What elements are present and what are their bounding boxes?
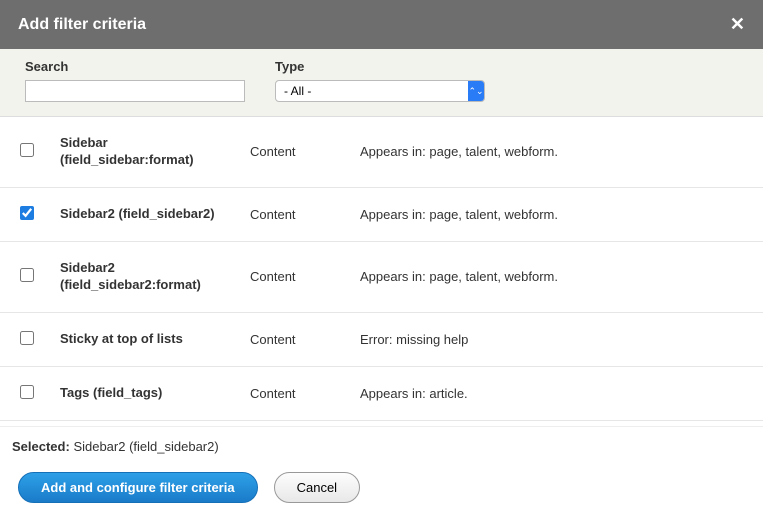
- row-category: Content: [250, 144, 360, 159]
- table-row: Sidebar2 (field_sidebar2) Content Appear…: [0, 188, 763, 242]
- filter-list[interactable]: Sidebar (field_sidebar:format) Content A…: [0, 117, 763, 427]
- type-select[interactable]: - All -: [275, 80, 485, 102]
- modal-header: Add filter criteria ✕: [0, 0, 763, 49]
- row-category: Content: [250, 332, 360, 347]
- selected-value: Sidebar2 (field_sidebar2): [73, 439, 218, 454]
- row-description: Appears in: page, talent, webform.: [360, 207, 743, 222]
- selected-label: Selected:: [12, 439, 70, 454]
- close-icon[interactable]: ✕: [730, 14, 745, 35]
- row-description: Appears in: page, talent, webform.: [360, 269, 743, 284]
- add-configure-button[interactable]: Add and configure filter criteria: [18, 472, 258, 503]
- table-row: Sidebar (field_sidebar:format) Content A…: [0, 117, 763, 188]
- modal-footer: Selected: Sidebar2 (field_sidebar2) Add …: [0, 427, 763, 503]
- cancel-button[interactable]: Cancel: [274, 472, 360, 503]
- type-label: Type: [275, 59, 485, 74]
- row-name: Sidebar (field_sidebar:format): [60, 135, 250, 169]
- search-group: Search: [25, 59, 245, 102]
- modal-title: Add filter criteria: [18, 16, 146, 34]
- row-category: Content: [250, 269, 360, 284]
- row-checkbox[interactable]: [20, 385, 34, 399]
- table-row: Sticky at top of lists Content Error: mi…: [0, 313, 763, 367]
- search-input[interactable]: [25, 80, 245, 102]
- row-name: Sidebar2 (field_sidebar2:format): [60, 260, 250, 294]
- row-description: Appears in: page, talent, webform.: [360, 144, 743, 159]
- row-name: Sticky at top of lists: [60, 331, 250, 348]
- table-row: Tags (field_tags) Content Appears in: ar…: [0, 367, 763, 421]
- search-label: Search: [25, 59, 245, 74]
- row-category: Content: [250, 207, 360, 222]
- row-checkbox[interactable]: [20, 143, 34, 157]
- row-description: Error: missing help: [360, 332, 743, 347]
- table-row: Tags (field_tags:delta) Content Delta - …: [0, 421, 763, 427]
- row-checkbox[interactable]: [20, 206, 34, 220]
- type-group: Type - All - ⌃⌄: [275, 59, 485, 102]
- row-description: Appears in: article.: [360, 386, 743, 401]
- row-checkbox[interactable]: [20, 268, 34, 282]
- row-name: Sidebar2 (field_sidebar2): [60, 206, 250, 223]
- filter-bar: Search Type - All - ⌃⌄: [0, 49, 763, 117]
- table-row: Sidebar2 (field_sidebar2:format) Content…: [0, 242, 763, 313]
- row-checkbox[interactable]: [20, 331, 34, 345]
- row-category: Content: [250, 386, 360, 401]
- selected-summary: Selected: Sidebar2 (field_sidebar2): [10, 437, 753, 472]
- row-name: Tags (field_tags): [60, 385, 250, 402]
